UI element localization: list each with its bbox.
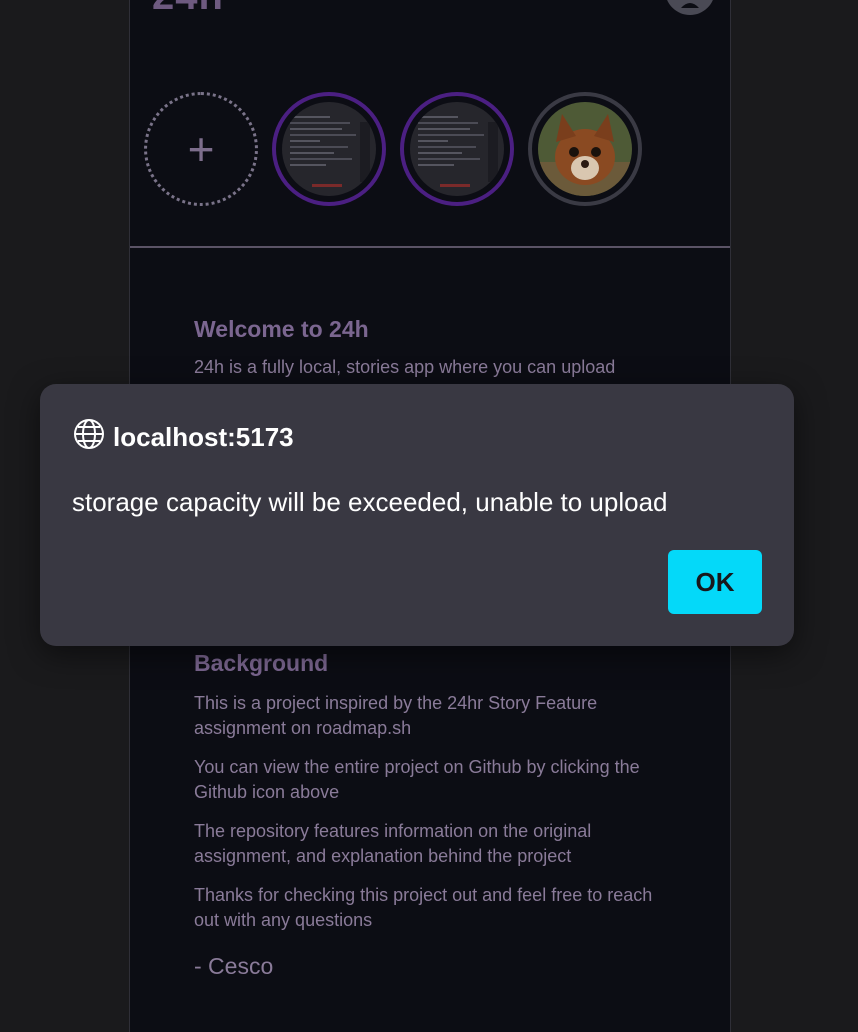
add-story-button[interactable]: + <box>144 92 258 206</box>
signature: - Cesco <box>194 953 274 979</box>
story-item[interactable] <box>400 92 514 206</box>
background-paragraph: You can view the entire project on Githu… <box>194 757 640 802</box>
story-item[interactable] <box>528 92 642 206</box>
welcome-heading: Welcome to 24h <box>194 316 369 342</box>
background-paragraph: Thanks for checking this project out and… <box>194 885 653 930</box>
globe-icon <box>73 418 105 457</box>
welcome-text: 24h is a fully local, stories app where … <box>194 357 616 377</box>
welcome-section: Welcome to 24h 24h is a fully local, sto… <box>194 316 664 392</box>
background-heading: Background <box>194 650 329 676</box>
dialog-message: storage capacity will be exceeded, unabl… <box>72 487 668 517</box>
alert-dialog: localhost:5173 storage capacity will be … <box>40 384 794 646</box>
story-thumbnail-dog <box>538 102 632 196</box>
dialog-origin-text: localhost:5173 <box>113 422 294 452</box>
background-section: Background This is a project inspired by… <box>194 650 664 980</box>
background-paragraph: The repository features information on t… <box>194 821 592 866</box>
background-paragraph: This is a project inspired by the 24hr S… <box>194 693 598 738</box>
story-thumbnail-screenshot <box>410 102 504 196</box>
ok-button[interactable]: OK <box>668 550 762 614</box>
story-thumbnail-screenshot <box>282 102 376 196</box>
stories-bar: + <box>130 0 730 248</box>
dialog-origin: localhost:5173 <box>73 418 294 457</box>
story-item[interactable] <box>272 92 386 206</box>
plus-icon: + <box>187 123 215 175</box>
